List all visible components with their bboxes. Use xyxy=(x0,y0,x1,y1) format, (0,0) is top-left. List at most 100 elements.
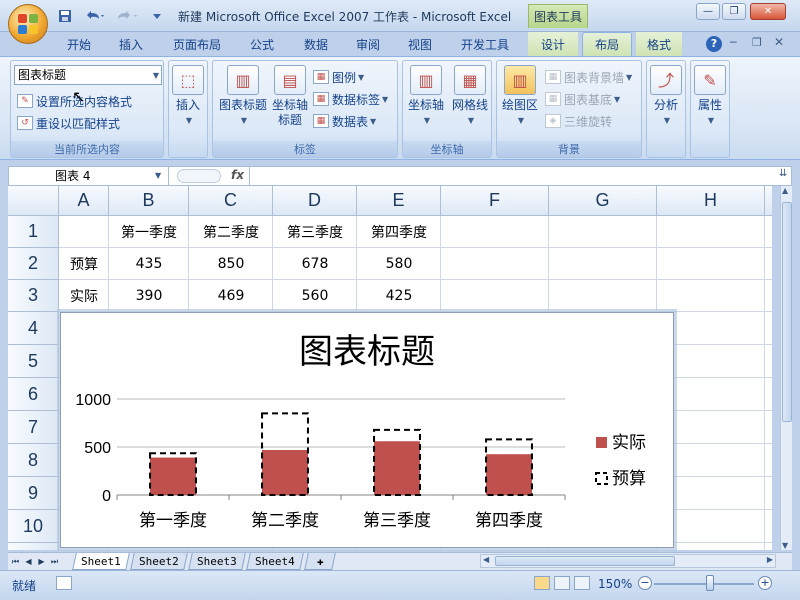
cell-E2[interactable]: 580 xyxy=(357,248,441,280)
customize-qat-icon[interactable] xyxy=(150,7,164,25)
sheet-tab-sheet3[interactable]: Sheet3 xyxy=(188,553,246,570)
axis-titles-button[interactable]: ▤ 坐标轴 标题 xyxy=(269,65,311,128)
formula-bar-expand-icon[interactable]: ⇊ xyxy=(779,168,787,179)
insert-button[interactable]: ⬚ 插入 ▼ xyxy=(172,65,204,128)
normal-view-icon[interactable] xyxy=(534,576,550,590)
column-header-E[interactable]: E xyxy=(357,186,441,216)
scroll-right-icon[interactable]: ▶ xyxy=(767,555,773,564)
bar-actual[interactable] xyxy=(486,454,532,495)
column-header-A[interactable]: A xyxy=(59,186,109,216)
gridlines-button[interactable]: ▦ 网格线 ▼ xyxy=(449,65,491,128)
cell-D1[interactable]: 第三季度 xyxy=(273,216,357,248)
data-table-button[interactable]: ▦ 数据表 ▼ xyxy=(313,111,376,131)
column-header-F[interactable]: F xyxy=(441,186,549,216)
formula-input[interactable] xyxy=(249,167,769,185)
workbook-restore-icon[interactable]: ❐ xyxy=(752,36,762,49)
row-header-2[interactable]: 2 xyxy=(8,248,59,280)
tab-layout[interactable]: 布局 xyxy=(582,32,632,56)
page-layout-view-icon[interactable] xyxy=(554,576,570,590)
row-header-10[interactable]: 10 xyxy=(8,510,59,543)
analysis-button[interactable]: ⤴ 分析 ▼ xyxy=(650,65,682,128)
data-labels-button[interactable]: ▦ 数据标签 ▼ xyxy=(313,89,388,109)
zoom-in-button[interactable]: + xyxy=(758,576,772,590)
chart-element-dropdown[interactable]: 图表标题 ▼ xyxy=(14,65,162,85)
zoom-out-button[interactable]: − xyxy=(638,576,652,590)
column-header-C[interactable]: C xyxy=(189,186,273,216)
tab-format[interactable]: 格式 xyxy=(636,32,682,56)
row-header-5[interactable]: 5 xyxy=(8,345,59,378)
tab-home[interactable]: 开始 xyxy=(56,32,102,56)
cell-B3[interactable]: 390 xyxy=(109,280,189,312)
cell-E3[interactable]: 425 xyxy=(357,280,441,312)
chart-legend[interactable]: 实际预算 xyxy=(595,433,646,489)
embedded-chart[interactable]: 图表标题 0 500 1000 第一季度 第二季度 第三季度 第四季度 实际 预算 xyxy=(57,309,677,551)
bar-actual[interactable] xyxy=(262,449,308,495)
tab-insert[interactable]: 插入 xyxy=(108,32,154,56)
workbook-close-icon[interactable]: ✕ xyxy=(774,35,784,49)
cell-B2[interactable]: 435 xyxy=(109,248,189,280)
vertical-scroll-thumb[interactable] xyxy=(782,202,792,422)
tab-view[interactable]: 视图 xyxy=(398,32,442,56)
column-header-H[interactable]: H xyxy=(657,186,765,216)
cell-D3[interactable]: 560 xyxy=(273,280,357,312)
cell-C2[interactable]: 850 xyxy=(189,248,273,280)
cell-C1[interactable]: 第二季度 xyxy=(189,216,273,248)
cell-B1[interactable]: 第一季度 xyxy=(109,216,189,248)
scroll-up-icon[interactable]: ▲ xyxy=(782,186,788,195)
office-button[interactable] xyxy=(8,4,48,44)
sheet-tab-sheet2[interactable]: Sheet2 xyxy=(130,553,188,570)
chart-title[interactable]: 图表标题 xyxy=(299,332,435,372)
horizontal-scroll-thumb[interactable] xyxy=(495,556,675,566)
formula-expand-handle[interactable] xyxy=(177,169,221,183)
chart-wall-button[interactable]: ▦ 图表背景墙 ▼ xyxy=(545,67,632,87)
row-header-6[interactable]: 6 xyxy=(8,378,59,411)
row-header-9[interactable]: 9 xyxy=(8,477,59,510)
page-break-view-icon[interactable] xyxy=(574,576,590,590)
close-button[interactable]: ✕ xyxy=(750,3,786,20)
column-header-G[interactable]: G xyxy=(549,186,657,216)
cell-A3[interactable]: 实际 xyxy=(59,280,109,312)
help-icon[interactable]: ? xyxy=(706,36,722,52)
last-sheet-icon[interactable]: ⏭ xyxy=(49,555,60,568)
tab-developer[interactable]: 开发工具 xyxy=(452,32,518,56)
restore-button[interactable]: ❐ xyxy=(722,3,746,20)
prev-sheet-icon[interactable]: ◀ xyxy=(23,555,34,568)
tab-formulas[interactable]: 公式 xyxy=(240,32,284,56)
bar-actual[interactable] xyxy=(150,457,196,495)
insert-sheet-button[interactable]: ✚ xyxy=(304,553,336,570)
insert-function-icon[interactable]: fx xyxy=(231,168,244,182)
ribbon-minimize-icon[interactable]: ─ xyxy=(730,36,737,49)
legend-button[interactable]: ▦ 图例 ▼ xyxy=(313,67,364,87)
group-analysis[interactable]: ⤴ 分析 ▼ xyxy=(646,60,686,158)
row-header-8[interactable]: 8 xyxy=(8,444,59,477)
redo-icon[interactable] xyxy=(112,7,142,25)
row-header-7[interactable]: 7 xyxy=(8,411,59,444)
chart-title-button[interactable]: ▥ 图表标题 ▼ xyxy=(215,65,271,128)
rotation-3d-button[interactable]: ◈ 三维旋转 xyxy=(545,111,612,131)
tab-data[interactable]: 数据 xyxy=(294,32,338,56)
zoom-level[interactable]: 150% xyxy=(598,577,632,591)
plot-area-button[interactable]: ▥ 绘图区 ▼ xyxy=(499,65,541,128)
reset-style-button[interactable]: ↺ 重设以匹配样式 xyxy=(17,113,120,133)
row-header-4[interactable]: 4 xyxy=(8,312,59,345)
sheet-tab-sheet4[interactable]: Sheet4 xyxy=(246,553,304,570)
vertical-scrollbar[interactable]: ▲ ▼ xyxy=(780,186,792,550)
undo-icon[interactable] xyxy=(80,7,108,25)
first-sheet-icon[interactable]: ⏮ xyxy=(10,555,21,568)
row-header-11[interactable] xyxy=(8,543,59,550)
name-box-chevron-icon[interactable]: ▼ xyxy=(155,171,161,180)
save-icon[interactable] xyxy=(56,7,74,25)
scroll-down-icon[interactable]: ▼ xyxy=(782,541,788,550)
group-properties[interactable]: ✎ 属性 ▼ xyxy=(690,60,730,158)
group-insert[interactable]: ⬚ 插入 ▼ xyxy=(168,60,208,158)
tab-design[interactable]: 设计 xyxy=(528,32,578,56)
cell-D2[interactable]: 678 xyxy=(273,248,357,280)
horizontal-scrollbar[interactable]: ◀ ▶ xyxy=(480,554,776,568)
chart-canvas[interactable]: 图表标题 0 500 1000 第一季度 第二季度 第三季度 第四季度 实际预算 xyxy=(61,313,673,547)
zoom-slider-thumb[interactable] xyxy=(706,575,714,591)
tab-review[interactable]: 审阅 xyxy=(346,32,390,56)
zoom-slider[interactable] xyxy=(654,583,754,585)
bar-actual[interactable] xyxy=(374,441,420,495)
properties-button[interactable]: ✎ 属性 ▼ xyxy=(694,65,726,128)
name-box[interactable]: 图表 4 xyxy=(9,167,169,185)
